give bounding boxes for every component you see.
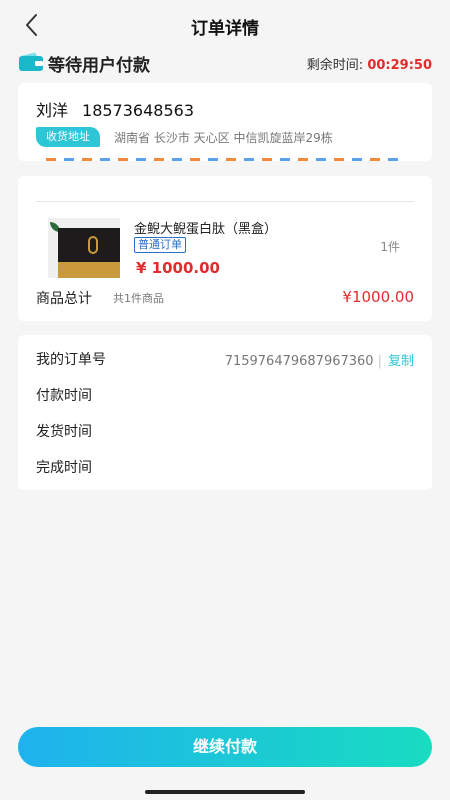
remaining-time-value: 00:29:50 [367, 58, 432, 73]
finish-time-row: 完成时间 [36, 457, 414, 477]
order-number-value: 715976479687967360 [224, 354, 374, 369]
remaining-time: 剩余时间: 00:29:50 [307, 54, 432, 73]
product-image[interactable] [48, 218, 120, 278]
copy-button[interactable]: 复制 [388, 354, 414, 369]
order-number-row: 我的订单号 715976479687967360 | 复制 [36, 349, 414, 369]
goods-card: 金鲵大鲵蛋白肽（黑盒） 普通订单 1件 ¥ 1000.00 商品总计 共1件商品… [18, 176, 432, 321]
envelope-stripe [46, 158, 404, 161]
status-label: 等待用户付款 [48, 56, 150, 76]
home-indicator [145, 790, 305, 794]
recipient-phone: 18573648563 [82, 101, 194, 120]
order-info-card: 我的订单号 715976479687967360 | 复制 付款时间 发货时间 完成… [18, 335, 432, 490]
divider [36, 201, 414, 202]
order-type-badge: 普通订单 [134, 237, 186, 253]
order-number: 715976479687967360 | 复制 [225, 350, 414, 369]
wallet-icon [18, 52, 44, 72]
address-card[interactable]: 刘洋 18573648563 收货地址 湖南省 长沙市 天心区 中信凯旋蓝岸29栋 [18, 83, 432, 161]
product-name[interactable]: 金鲵大鲵蛋白肽（黑盒） [134, 218, 277, 237]
address-detail: 湖南省 长沙市 天心区 中信凯旋蓝岸29栋 [114, 131, 333, 145]
product-logo-icon [88, 236, 98, 254]
total-price: ¥1000.00 [342, 288, 414, 306]
pay-time-label: 付款时间 [36, 388, 92, 404]
ship-time-label: 发货时间 [36, 424, 92, 440]
recipient: 刘洋 18573648563 [36, 97, 208, 121]
separator: | [377, 354, 382, 369]
order-number-label: 我的订单号 [36, 352, 106, 368]
continue-pay-button[interactable]: 继续付款 [18, 727, 432, 767]
recipient-name: 刘洋 [36, 101, 69, 120]
page-title: 订单详情 [191, 19, 259, 39]
product-quantity: 1件 [380, 240, 400, 254]
total-count: 共1件商品 [113, 292, 164, 305]
remaining-time-label: 剩余时间: [306, 58, 364, 73]
address-tag: 收货地址 [36, 127, 100, 147]
total-label: 商品总计 [36, 291, 92, 307]
nav-bar: 订单详情 [0, 0, 450, 50]
pay-time-row: 付款时间 [36, 385, 414, 405]
finish-time-label: 完成时间 [36, 460, 92, 476]
product-price: ¥ 1000.00 [136, 259, 220, 277]
ship-time-row: 发货时间 [36, 421, 414, 441]
order-status: 等待用户付款 剩余时间: 00:29:50 [18, 50, 432, 76]
product-stand [58, 262, 120, 278]
